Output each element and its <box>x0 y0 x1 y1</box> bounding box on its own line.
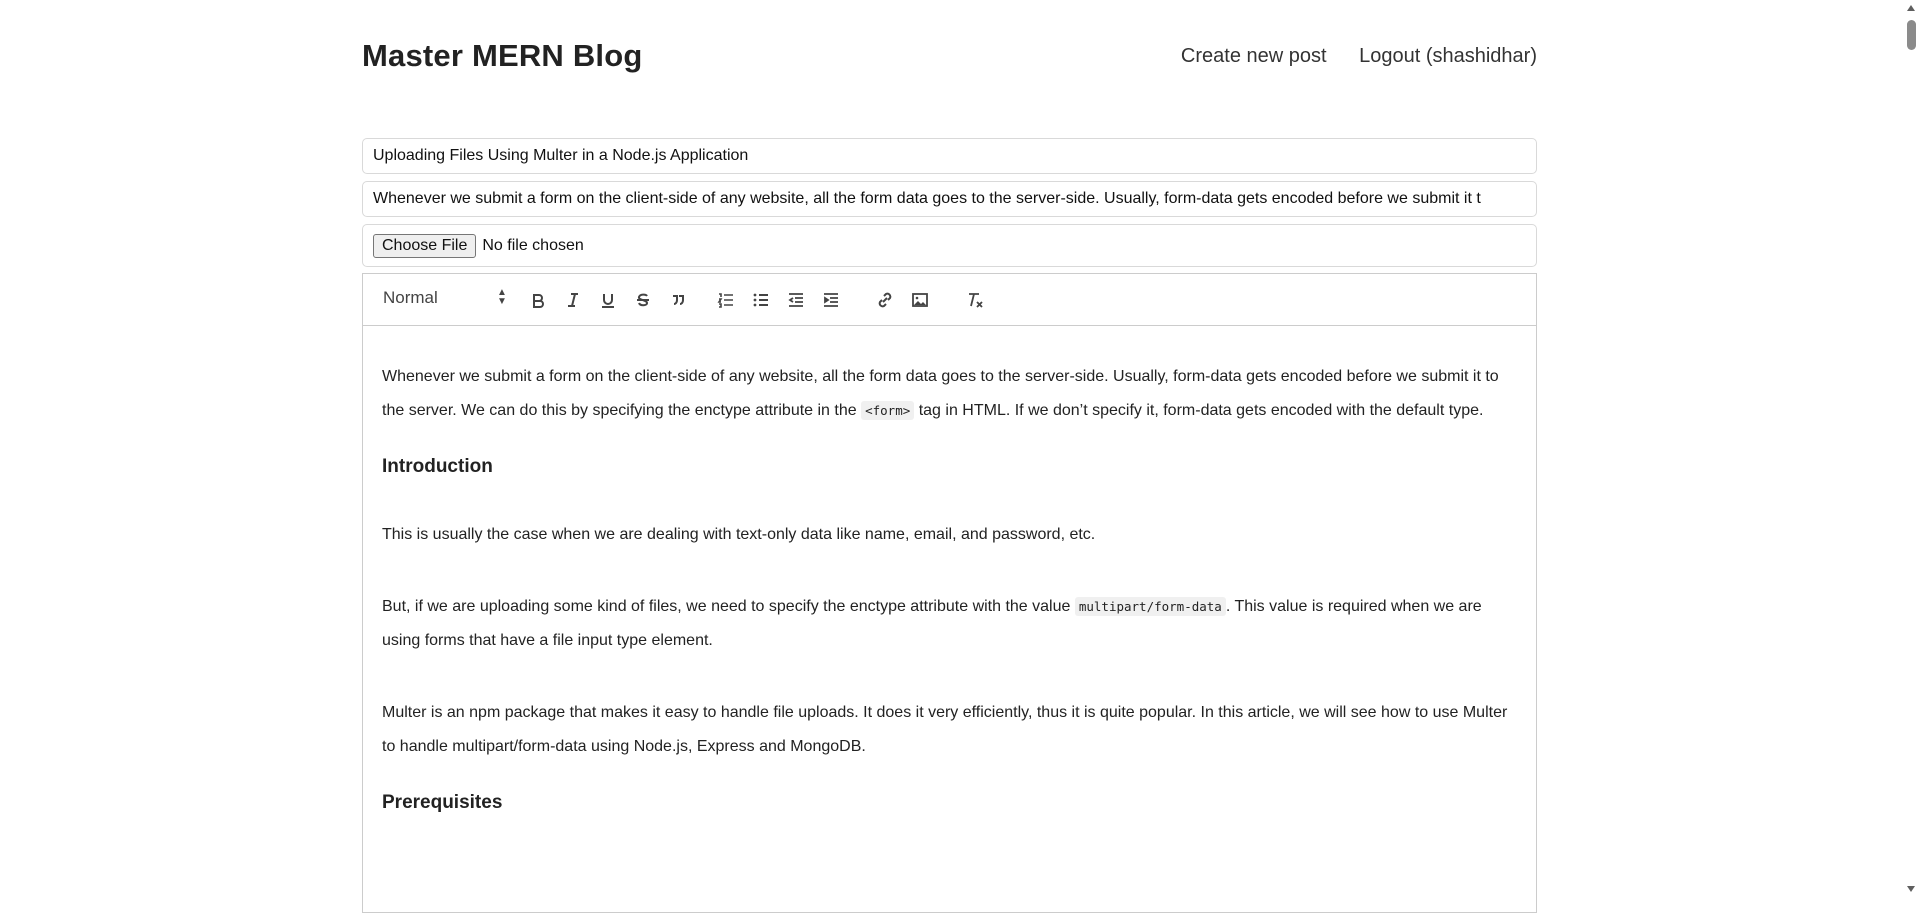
paragraph-1: Whenever we submit a form on the client-… <box>382 368 1499 420</box>
outdent-icon[interactable] <box>784 289 808 311</box>
summary-input[interactable]: Whenever we submit a form on the client-… <box>362 181 1537 217</box>
summary-input-value: Whenever we submit a form on the client-… <box>373 190 1481 207</box>
link-icon[interactable] <box>873 289 897 311</box>
underline-icon[interactable] <box>596 289 620 311</box>
title-input[interactable] <box>362 138 1537 174</box>
image-icon[interactable] <box>908 289 932 311</box>
inline-code: <form> <box>861 401 915 420</box>
paragraph-2: This is usually the case when we are dea… <box>382 526 1096 543</box>
paragraph-4: Multer is an npm package that makes it e… <box>382 704 1508 755</box>
top-nav: Create new post Logout (shashidhar) <box>1154 45 1537 68</box>
heading-introduction: Introduction <box>382 456 493 477</box>
site-logo[interactable]: Master MERN Blog <box>362 38 643 74</box>
indent-icon[interactable] <box>819 289 843 311</box>
inline-code: multipart/form-data <box>1074 597 1226 616</box>
editor-content[interactable]: Whenever we submit a form on the client-… <box>363 326 1536 820</box>
header-format-label: Normal <box>383 288 438 307</box>
blockquote-icon[interactable] <box>666 289 690 311</box>
heading-prerequisites: Prerequisites <box>382 792 503 813</box>
rich-text-editor: Normal ▲ ▼ Whenever we submit a form on … <box>362 273 1537 913</box>
page-scrollbar[interactable] <box>1903 0 1920 897</box>
bold-icon[interactable] <box>526 289 550 311</box>
top-header: Master MERN Blog Create new post Logout … <box>362 0 1537 115</box>
create-post-link[interactable]: Create new post <box>1181 45 1327 67</box>
italic-icon[interactable] <box>561 289 585 311</box>
file-input: Choose File No file chosen <box>362 224 1537 267</box>
header-format-select[interactable]: Normal ▲ ▼ <box>383 288 507 308</box>
strike-icon[interactable] <box>631 289 655 311</box>
clean-format-icon[interactable] <box>963 289 987 311</box>
bullet-list-icon[interactable] <box>749 289 773 311</box>
file-status-text: No file chosen <box>482 236 584 254</box>
editor-toolbar: Normal ▲ ▼ <box>363 274 1536 326</box>
scroll-down-icon[interactable] <box>1907 886 1915 892</box>
scroll-thumb[interactable] <box>1907 20 1916 50</box>
logout-link[interactable]: Logout (shashidhar) <box>1359 45 1537 67</box>
ordered-list-icon[interactable] <box>714 289 738 311</box>
scroll-up-icon[interactable] <box>1907 5 1915 11</box>
select-arrows-icon: ▲ ▼ <box>497 287 507 307</box>
choose-file-button[interactable]: Choose File <box>373 233 477 258</box>
paragraph-3: But, if we are uploading some kind of fi… <box>382 597 1482 649</box>
